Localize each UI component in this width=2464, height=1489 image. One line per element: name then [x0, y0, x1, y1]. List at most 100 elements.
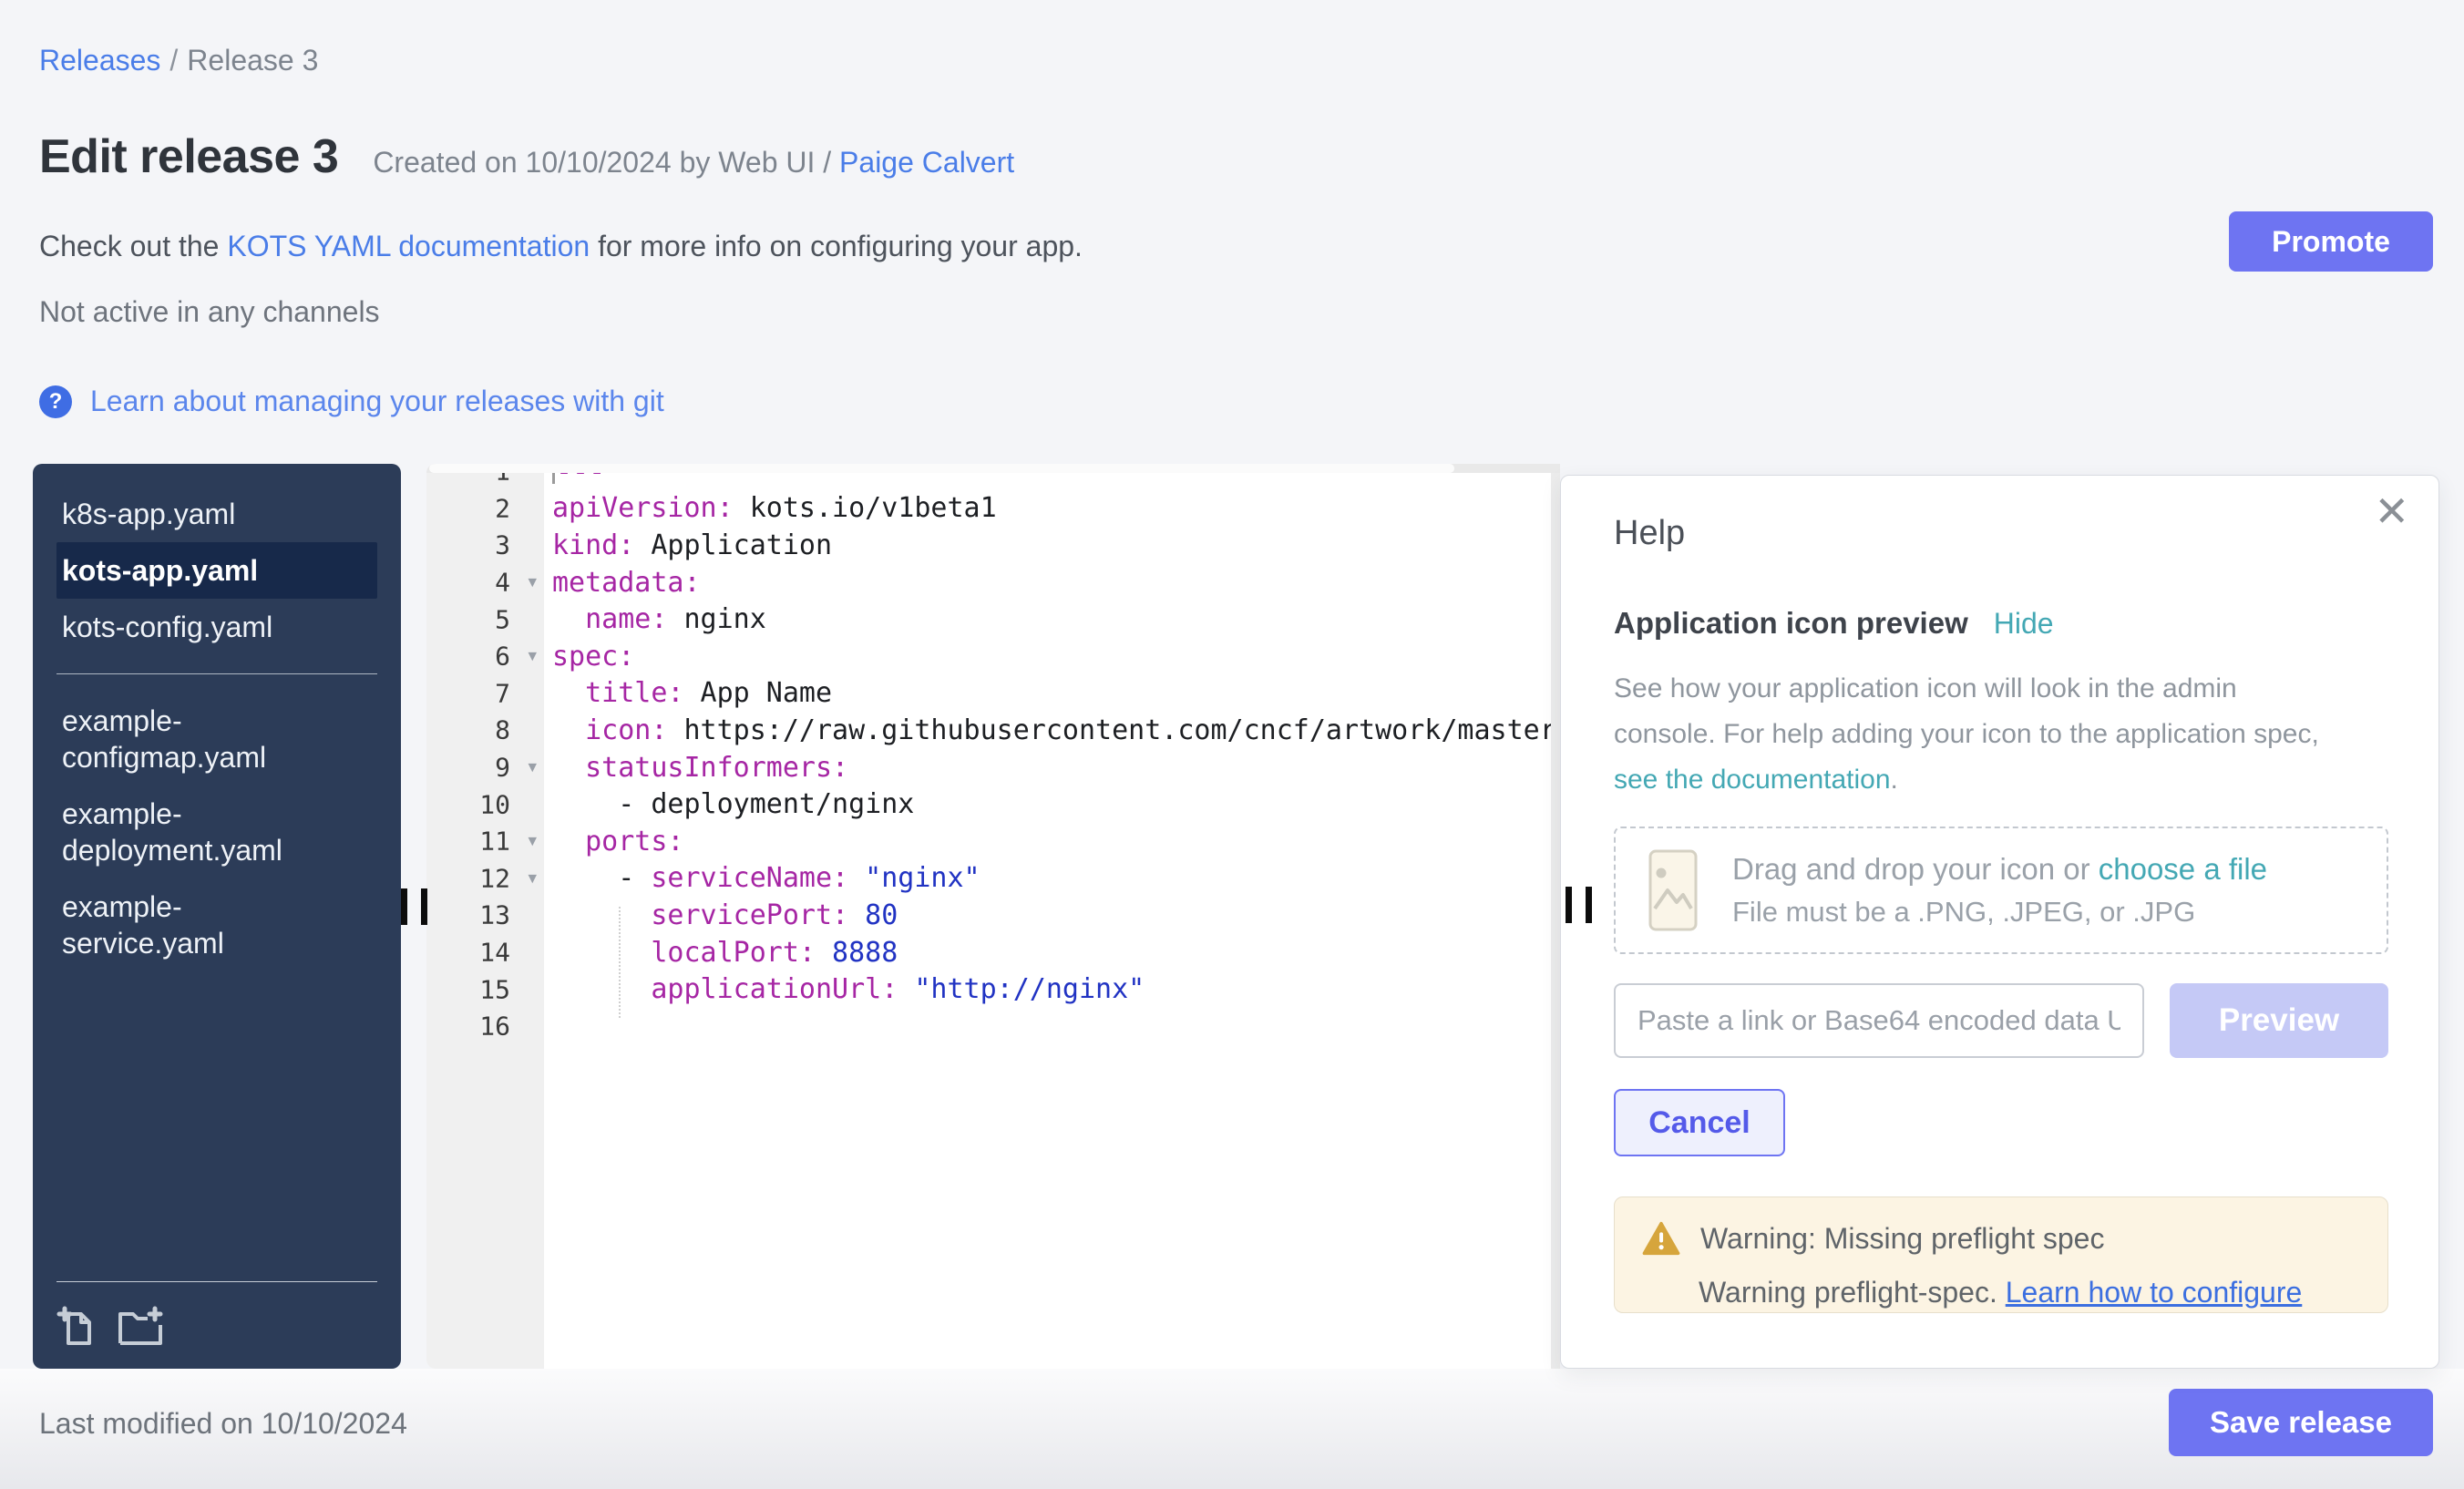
- title-row: Edit release 3 Created on 10/10/2024 by …: [39, 129, 1014, 184]
- line-number: 9: [495, 753, 510, 783]
- sidebar-item-example-service.yaml[interactable]: example-service.yaml: [56, 878, 377, 971]
- icon-dropzone[interactable]: Drag and drop your icon or choose a file…: [1614, 827, 2388, 954]
- fold-arrow-icon[interactable]: ▾: [528, 572, 537, 593]
- line-number: 4: [495, 568, 510, 598]
- line-number: 2: [495, 493, 510, 523]
- description-period: .: [1891, 765, 1898, 795]
- code-line: 4▾metadata:: [426, 564, 1551, 601]
- drop-text-prefix: Drag and drop your icon or: [1732, 852, 2099, 886]
- code-line: 9▾ statusInformers:: [426, 749, 1551, 786]
- channel-status: Not active in any channels: [39, 295, 380, 329]
- file-tree-sidebar: k8s-app.yaml kots-app.yaml kots-config.yam…: [33, 464, 401, 1369]
- code-line: 12▾ - serviceName: "nginx": [426, 860, 1551, 898]
- warning-triangle-icon: [1642, 1221, 1680, 1256]
- fold-arrow-icon[interactable]: ▾: [528, 757, 537, 778]
- breadcrumb-separator: /: [169, 44, 178, 77]
- file-name-label: example-configmap.yaml: [62, 703, 335, 775]
- question-circle-icon: ?: [39, 385, 72, 418]
- author-link[interactable]: Paige Calvert: [839, 146, 1014, 179]
- fold-arrow-icon[interactable]: ▾: [528, 868, 537, 888]
- cancel-button[interactable]: Cancel: [1614, 1089, 1785, 1156]
- code-line: 14 localPort: 8888: [426, 934, 1551, 971]
- file-name-label: kots-config.yaml: [62, 609, 272, 645]
- description-text: See how your application icon will look …: [1614, 673, 2319, 749]
- icon-preview-title: Application icon preview: [1614, 606, 1968, 641]
- file-name-label: kots-app.yaml: [62, 552, 258, 589]
- add-folder-button[interactable]: [117, 1305, 164, 1347]
- code-line: 6▾spec:: [426, 638, 1551, 675]
- preflight-warning-box: Warning: Missing preflight spec Warning …: [1614, 1196, 2388, 1313]
- preview-button[interactable]: Preview: [2170, 983, 2388, 1058]
- sidebar-item-kots-app.yaml[interactable]: kots-app.yaml: [56, 542, 377, 599]
- promote-button[interactable]: Promote: [2229, 211, 2433, 272]
- line-number: 3: [495, 530, 510, 560]
- editor-vertical-scrollbar[interactable]: [1551, 473, 1560, 1369]
- line-number: 5: [495, 604, 510, 634]
- code-line: 10 - deployment/nginx: [426, 786, 1551, 823]
- code-line: 16: [426, 1008, 1551, 1045]
- doc-suffix: for more info on configuring your app.: [590, 230, 1083, 262]
- line-number: 7: [495, 678, 510, 708]
- sidebar-item-k8s-app.yaml[interactable]: k8s-app.yaml: [56, 486, 377, 542]
- save-release-button[interactable]: Save release: [2169, 1389, 2433, 1456]
- sidebar-divider: [56, 673, 377, 674]
- created-text: Created on 10/10/2024 by Web UI /: [373, 146, 839, 179]
- yaml-code-editor[interactable]: 1---2apiVersion: kots.io/v1beta13kind: A…: [426, 464, 1560, 1369]
- fold-arrow-icon[interactable]: ▾: [528, 831, 537, 852]
- kots-yaml-doc-link[interactable]: KOTS YAML documentation: [227, 230, 590, 262]
- file-name-label: example-service.yaml: [62, 888, 335, 961]
- git-help-link[interactable]: Learn about managing your releases with …: [90, 385, 664, 418]
- choose-file-link[interactable]: choose a file: [2099, 852, 2267, 886]
- doc-line: Check out the KOTS YAML documentation fo…: [39, 230, 1083, 263]
- icon-preview-section-header: Application icon preview Hide: [1614, 606, 2388, 641]
- line-number: 12: [479, 863, 510, 893]
- breadcrumb-current: Release 3: [187, 44, 318, 77]
- code-line: 15 applicationUrl: "http://nginx": [426, 970, 1551, 1008]
- sidebar-item-kots-config.yaml[interactable]: kots-config.yaml: [56, 599, 377, 655]
- file-list: k8s-app.yaml kots-app.yaml kots-config.yam…: [33, 486, 401, 971]
- file-name-label: k8s-app.yaml: [62, 496, 235, 532]
- horizontal-scroll-thumb[interactable]: [429, 464, 1454, 473]
- icon-preview-description: See how your application icon will look …: [1614, 666, 2325, 803]
- line-number: 6: [495, 642, 510, 672]
- doc-prefix: Check out the: [39, 230, 227, 262]
- file-name-label: example-deployment.yaml: [62, 796, 335, 868]
- line-number: 14: [479, 938, 510, 968]
- line-number: 16: [479, 1011, 510, 1042]
- hide-link[interactable]: Hide: [1994, 607, 2054, 641]
- line-number: 10: [479, 789, 510, 819]
- icon-url-input[interactable]: [1614, 983, 2144, 1058]
- code-line: 13 servicePort: 80: [426, 897, 1551, 934]
- image-placeholder-icon: [1648, 848, 1698, 932]
- line-number: 8: [495, 715, 510, 745]
- sidebar-resize-handle[interactable]: [401, 888, 427, 925]
- help-panel: ✕ Help Application icon preview Hide See…: [1560, 475, 2439, 1369]
- code-lines: 1---2apiVersion: kots.io/v1beta13kind: A…: [426, 464, 1551, 1045]
- add-file-button[interactable]: [56, 1305, 95, 1347]
- see-documentation-link[interactable]: see the documentation: [1614, 765, 1891, 795]
- editor-horizontal-scrollbar[interactable]: [426, 464, 1560, 473]
- breadcrumb: Releases / Release 3: [39, 44, 318, 77]
- help-panel-resize-handle[interactable]: [1566, 887, 1592, 923]
- line-number: 13: [479, 900, 510, 930]
- page-title: Edit release 3: [39, 129, 338, 184]
- warning-detail: Warning preflight-spec. Learn how to con…: [1642, 1276, 2360, 1309]
- code-line: 7 title: App Name: [426, 675, 1551, 713]
- code-line: 8 icon: https://raw.githubusercontent.co…: [426, 712, 1551, 749]
- learn-how-to-configure-link[interactable]: Learn how to configure: [2006, 1276, 2303, 1309]
- add-folder-icon: [117, 1305, 164, 1347]
- sidebar-actions: [56, 1281, 377, 1369]
- indent-guide: [619, 907, 621, 1018]
- sidebar-item-example-configmap.yaml[interactable]: example-configmap.yaml: [56, 693, 377, 786]
- fold-arrow-icon[interactable]: ▾: [528, 646, 537, 667]
- breadcrumb-releases-link[interactable]: Releases: [39, 44, 160, 77]
- code-line: 5 name: nginx: [426, 601, 1551, 638]
- sidebar-item-example-deployment.yaml[interactable]: example-deployment.yaml: [56, 786, 377, 878]
- last-modified-text: Last modified on 10/10/2024: [39, 1407, 407, 1441]
- close-icon[interactable]: ✕: [2374, 490, 2409, 532]
- git-help-row[interactable]: ? Learn about managing your releases wit…: [39, 385, 664, 418]
- code-line: 3kind: Application: [426, 527, 1551, 564]
- add-file-icon: [56, 1305, 95, 1347]
- created-meta: Created on 10/10/2024 by Web UI / Paige …: [373, 146, 1014, 180]
- bottom-bar: Last modified on 10/10/2024 Save release: [0, 1369, 2464, 1489]
